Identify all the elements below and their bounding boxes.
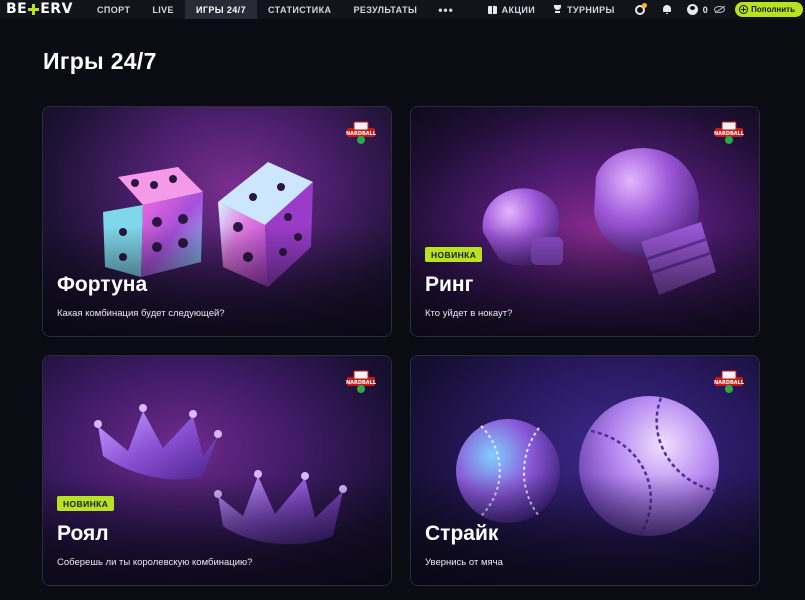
game-card-royal[interactable]: NARDBALL НОВИНКА Роял Соберешь ли ты кор… <box>42 355 392 586</box>
notifications-button[interactable] <box>662 5 671 14</box>
new-badge: НОВИНКА <box>425 247 483 262</box>
notification-dot <box>641 2 647 8</box>
card-subtitle: Увернись от мяча <box>425 557 503 568</box>
nav-item-live[interactable]: LIVE <box>141 0 185 19</box>
nardball-logo: NARDBALL <box>714 121 745 144</box>
trophy-icon <box>553 5 562 14</box>
game-card-strike[interactable]: NARDBALL Страйк Увернись от мяча <box>410 355 760 586</box>
deposit-label: Пополнить <box>751 5 795 14</box>
right-nav: АКЦИИ ТУРНИРЫ 0 Пополнить <box>487 0 805 19</box>
settings-button[interactable] <box>634 2 647 15</box>
plus-circle-icon <box>739 5 749 14</box>
bell-icon <box>662 5 671 14</box>
nav-item-results[interactable]: РЕЗУЛЬТАТЫ <box>342 0 428 19</box>
hide-balance-button[interactable] <box>714 6 726 13</box>
main-nav: СПОРТ LIVE ИГРЫ 24/7 СТАТИСТИКА РЕЗУЛЬТА… <box>86 0 464 19</box>
new-badge: НОВИНКА <box>57 496 115 511</box>
game-card-ring[interactable]: NARDBALL НОВИНКА Ринг Кто уйдет в нокаут… <box>410 106 760 337</box>
svg-text:NARDBALL: NARDBALL <box>346 380 377 386</box>
gift-icon <box>487 5 497 14</box>
nav-item-sport[interactable]: СПОРТ <box>86 0 141 19</box>
nardball-logo: NARDBALL <box>346 370 377 393</box>
nardball-logo: NARDBALL <box>714 370 745 393</box>
tournaments-label: ТУРНИРЫ <box>567 4 615 15</box>
brand-logo[interactable]: BE ERV <box>6 1 73 18</box>
nardball-logo: NARDBALL <box>346 121 377 144</box>
eye-off-icon <box>714 6 726 13</box>
card-title: Страйк <box>425 522 499 545</box>
logo-plus-icon <box>28 4 40 15</box>
svg-text:NARDBALL: NARDBALL <box>714 380 745 386</box>
card-subtitle: Соберешь ли ты королевскую комбинацию? <box>57 557 253 568</box>
logo-text-right: ERV <box>40 1 73 17</box>
user-icon <box>686 4 698 15</box>
svg-text:NARDBALL: NARDBALL <box>714 131 745 137</box>
promotions-label: АКЦИИ <box>501 4 536 15</box>
nav-more-button[interactable]: ••• <box>428 0 464 19</box>
promotions-link[interactable]: АКЦИИ <box>487 4 536 15</box>
nav-item-games-24-7[interactable]: ИГРЫ 24/7 <box>184 0 257 19</box>
svg-text:NARDBALL: NARDBALL <box>346 131 377 137</box>
game-card-fortuna[interactable]: NARDBALL Фортуна Какая комбинация будет … <box>42 106 392 337</box>
deposit-button[interactable]: Пополнить <box>735 2 803 17</box>
logo-text-left: BE <box>6 1 28 17</box>
card-subtitle: Какая комбинация будет следующей? <box>57 308 225 319</box>
balance-value: 0 <box>702 4 709 15</box>
card-subtitle: Кто уйдет в нокаут? <box>425 308 513 319</box>
gear-icon <box>634 2 647 15</box>
top-navigation-bar: BE ERV СПОРТ LIVE ИГРЫ 24/7 СТАТИСТИКА РЕ… <box>0 0 805 19</box>
page-title: Игры 24/7 <box>43 48 157 74</box>
card-title: Роял <box>57 522 109 545</box>
card-title: Фортуна <box>57 273 148 296</box>
card-title: Ринг <box>425 273 474 296</box>
nav-item-statistics[interactable]: СТАТИСТИКА <box>257 0 342 19</box>
tournaments-link[interactable]: ТУРНИРЫ <box>553 5 615 15</box>
account-button[interactable]: 0 <box>686 4 709 15</box>
